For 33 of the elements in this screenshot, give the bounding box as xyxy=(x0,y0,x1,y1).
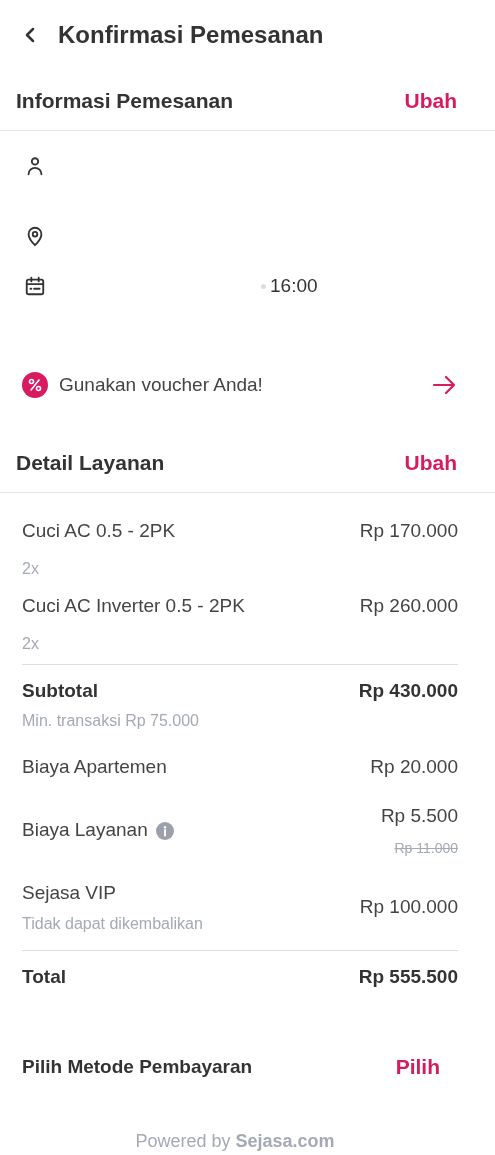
summary-value: Rp 5.500 xyxy=(380,804,458,828)
section-title: Informasi Pemesanan xyxy=(16,87,234,114)
powered-by-text: Powered by Sejasa.com xyxy=(135,1130,335,1153)
total-value: Rp 555.500 xyxy=(358,965,458,989)
note-text: Tidak dapat dikembalikan xyxy=(22,914,203,934)
total-label: Total xyxy=(22,965,66,989)
choose-link[interactable]: Pilih xyxy=(395,1051,440,1083)
summary-label: Sejasa VIP xyxy=(22,881,116,906)
page-title: Konfirmasi Pemesanan xyxy=(58,20,324,51)
edit-link[interactable]: Ubah xyxy=(404,84,457,117)
service-price: Rp 170.000 xyxy=(359,519,458,543)
arrow-right-icon xyxy=(432,374,456,395)
voucher-row[interactable]: Gunakan voucher Anda! xyxy=(0,367,495,403)
calendar-icon xyxy=(24,275,46,298)
summary-value: Rp 430.000 xyxy=(358,679,458,703)
discount-badge-icon xyxy=(22,371,48,398)
quantity-text: 2x xyxy=(22,559,40,580)
summary-value: Rp 20.000 xyxy=(370,755,458,780)
time-text: 16:00 xyxy=(270,273,318,298)
section-title: Detail Layanan xyxy=(16,449,165,476)
info-icon[interactable] xyxy=(155,821,174,840)
payment-method-label: Pilih Metode Pembayaran xyxy=(22,1055,253,1079)
service-price: Rp 260.000 xyxy=(359,594,458,618)
summary-value: Rp 100.000 xyxy=(359,895,458,920)
note-text: Min. transaksi Rp 75.000 xyxy=(22,711,199,732)
service-name: Cuci AC 0.5 - 2PK xyxy=(22,519,176,543)
summary-label: Biaya Layanan xyxy=(22,818,148,843)
original-price: Rp 11.000 xyxy=(394,839,458,859)
service-name: Cuci AC Inverter 0.5 - 2PK xyxy=(22,594,245,618)
quantity-text: 2x xyxy=(22,634,40,655)
edit-link[interactable]: Ubah xyxy=(404,446,457,479)
summary-label: Subtotal xyxy=(22,679,98,703)
summary-label: Biaya Apartemen xyxy=(22,755,167,780)
